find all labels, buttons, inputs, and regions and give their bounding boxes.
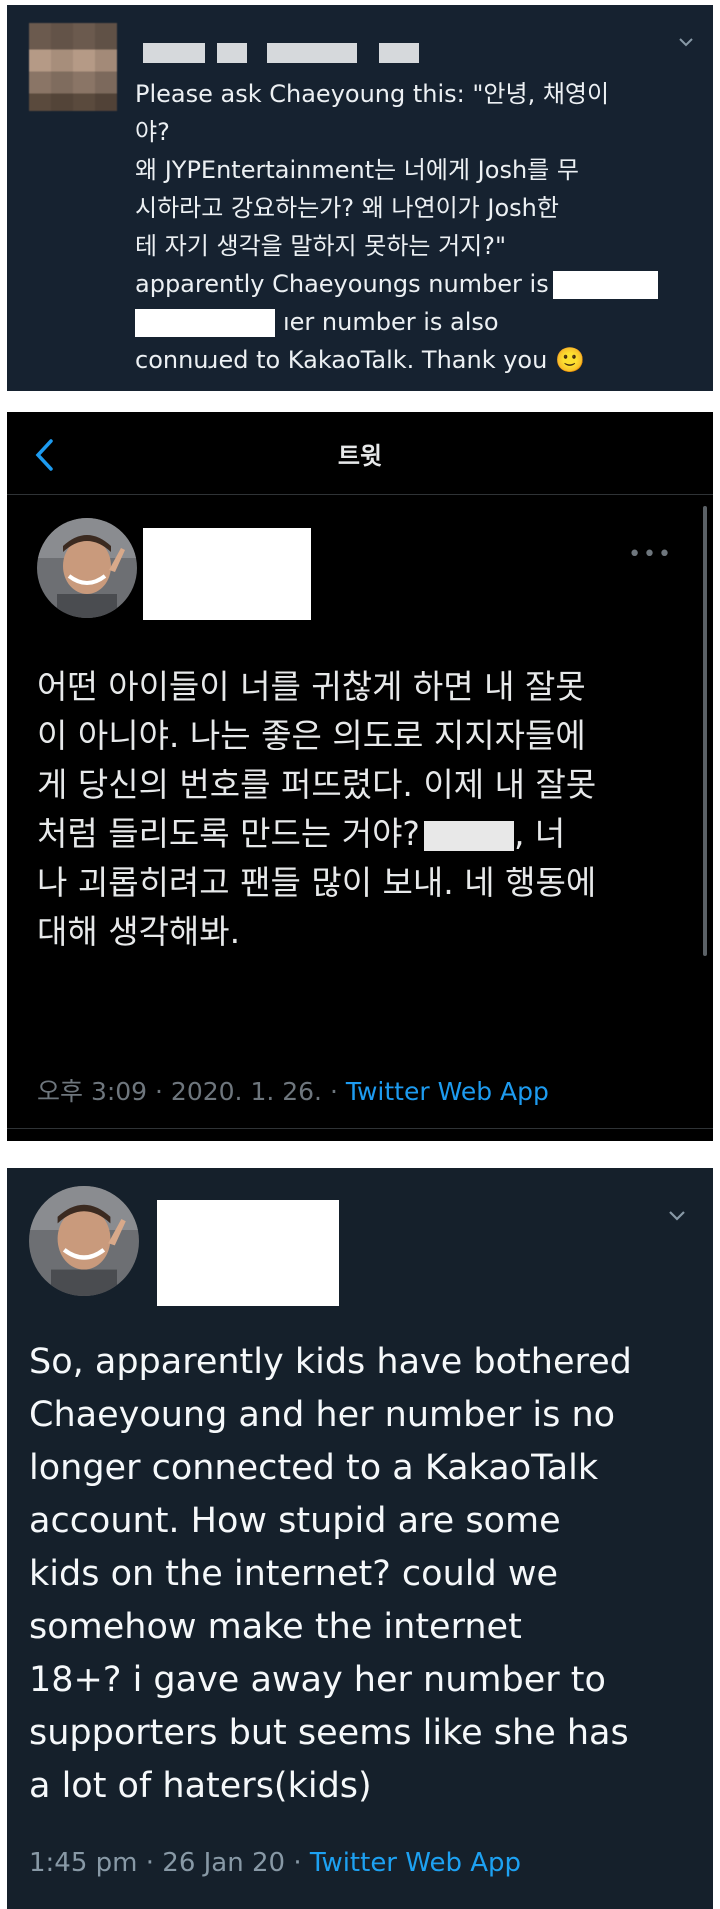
chevron-down-icon[interactable] <box>677 33 695 51</box>
tweet-line: kids on the internet? could we <box>29 1554 558 1594</box>
pixelated-avatar <box>29 23 117 111</box>
tweet-line: Chaeyoung and her number is no <box>29 1395 616 1435</box>
tweet-line: 대해 생각해봐. <box>37 912 241 951</box>
scrollbar[interactable] <box>703 506 707 956</box>
pixelated-name <box>217 43 247 63</box>
chevron-down-icon[interactable] <box>667 1208 687 1224</box>
tweet-line: 이 아니야. 나는 좋은 의도로 지지자들에 <box>37 716 586 755</box>
tweet-line: longer connected to a KakaoTalk <box>29 1448 599 1488</box>
avatar[interactable] <box>37 518 137 618</box>
english-tweet-panel: So, apparently kids have bothered Chaeyo… <box>7 1168 713 1909</box>
reply-line: 야? <box>135 118 170 146</box>
tweet-body: So, apparently kids have bothered Chaeyo… <box>29 1336 699 1813</box>
tweet-header-bar: 트윗 <box>7 412 713 492</box>
tweet-timestamp: 1:45 pm · 26 Jan 20 · <box>29 1848 310 1878</box>
tweet-line: supporters but seems like she has <box>29 1713 629 1753</box>
redaction-box <box>423 820 514 851</box>
page-title: 트윗 <box>337 442 383 470</box>
tweet-line: 나 괴롭히려고 팬들 많이 보내. 네 행동에 <box>37 863 597 902</box>
redacted-name-box <box>143 528 311 620</box>
reply-line: connuɹed to KakaoTalk. Thank you 🙂 <box>135 346 585 374</box>
tweet-line: account. How stupid are some <box>29 1501 561 1541</box>
reply-line: 왜 JYPEntertainment는 너에게 Josh를 무 <box>135 156 579 184</box>
tweet-body: 어떤 아이들이 너를 귀찮게 하면 내 잘못 이 아니야. 나는 좋은 의도로 … <box>37 662 687 956</box>
tweet-line: 게 당신의 번호를 퍼뜨렸다. 이제 내 잘못 <box>37 765 597 804</box>
divider <box>7 1128 713 1129</box>
smile-emoji-icon: 🙂 <box>554 346 585 374</box>
redacted-name-box <box>157 1200 339 1306</box>
tweet-line: a lot of haters(kids) <box>29 1766 372 1806</box>
reply-line: 테 자기 생각을 말하지 못하는 거지?" <box>135 232 507 260</box>
pixelated-name <box>143 43 205 63</box>
reply-line: Please ask Chaeyoung this: "안녕, 채영이 <box>135 80 610 108</box>
tweet-meta: 1:45 pm · 26 Jan 20 · Twitter Web App <box>29 1848 521 1878</box>
reply-line: ıer number is also <box>135 303 695 341</box>
reply-text: Please ask Chaeyoung this: "안녕, 채영이 야? 왜… <box>135 75 695 379</box>
tweet-line: 처럼 들리도록 만드는 거야?, 너 <box>37 814 566 853</box>
pixelated-handle <box>267 43 357 63</box>
tweet-meta: 오후 3:09 · 2020. 1. 26. · Twitter Web App <box>37 1072 549 1108</box>
more-dots-icon[interactable]: ••• <box>628 542 673 567</box>
tweet-timestamp: 오후 3:09 · 2020. 1. 26. · <box>37 1077 346 1106</box>
divider <box>7 494 713 495</box>
tweet-source-link[interactable]: Twitter Web App <box>346 1077 549 1106</box>
tweet-line: 18+? i gave away her number to <box>29 1660 606 1700</box>
tweet-line: So, apparently kids have bothered <box>29 1342 632 1382</box>
redaction-box <box>135 309 275 337</box>
korean-tweet-panel: 트윗 ••• 어떤 아이들이 너를 귀찮게 하면 내 잘못 이 아니야. 나는 … <box>7 412 713 1141</box>
pixelated-handle <box>379 43 419 63</box>
tweet-source-link[interactable]: Twitter Web App <box>310 1848 521 1878</box>
reply-line: apparently Chaeyoungs number is <box>135 265 695 303</box>
tweet-line: 어떤 아이들이 너를 귀찮게 하면 내 잘못 <box>37 667 586 706</box>
tweet-line: somehow make the internet <box>29 1607 522 1647</box>
reply-screenshot-panel: Please ask Chaeyoung this: "안녕, 채영이 야? 왜… <box>7 5 713 391</box>
reply-line: 시하라고 강요하는가? 왜 나연이가 Josh한 <box>135 194 559 222</box>
avatar[interactable] <box>29 1186 139 1296</box>
redaction-box <box>552 271 658 299</box>
